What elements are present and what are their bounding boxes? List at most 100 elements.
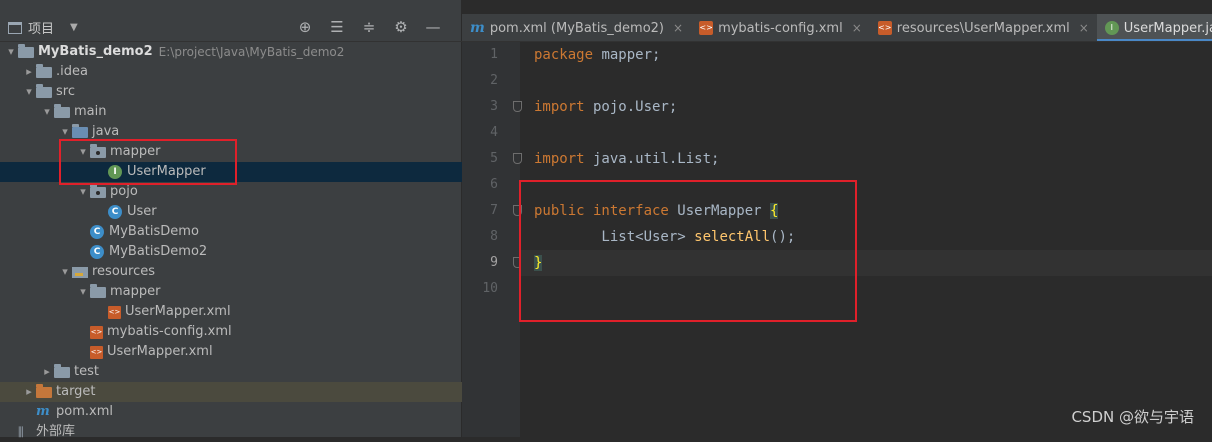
collapse-all-icon[interactable]: ☰ — [328, 18, 346, 36]
chevron-down-icon[interactable]: ▾ — [58, 262, 72, 282]
line-number: 10 — [482, 281, 498, 296]
editor-tab-label: resources\UserMapper.xml — [896, 20, 1070, 36]
editor-tabs: m pom.xml (MyBatis_demo2) × <> mybatis-confi… — [462, 14, 1212, 42]
editor-tab[interactable]: m pom.xml (MyBatis_demo2) × — [462, 14, 691, 41]
tree-item-path: E:\project\Java\MyBatis_demo2 — [158, 45, 345, 59]
class-icon: C — [90, 225, 104, 239]
tree-item-label: MyBatisDemo2 — [109, 244, 208, 259]
chevron-down-icon[interactable]: ▾ — [40, 102, 54, 122]
line-number: 5 — [462, 146, 522, 172]
code-line: } — [520, 250, 1212, 276]
editor-tab-label: UserMapper.java — [1123, 20, 1212, 36]
tree-item[interactable]: C MyBatisDemo — [0, 222, 462, 242]
editor-tab-label: mybatis-config.xml — [718, 20, 843, 36]
folder-icon — [18, 44, 34, 58]
tree-item-label: MyBatisDemo — [109, 224, 199, 239]
xml-file-icon: <> — [699, 21, 714, 35]
tree-item[interactable]: <> UserMapper.xml — [0, 302, 462, 322]
xml-file-icon: <> — [108, 305, 121, 319]
chevron-down-icon[interactable]: ▾ — [22, 82, 36, 102]
package-icon — [90, 144, 106, 158]
project-panel-header: 项目 ▼ ⊕ ☰ ≑ ⚙ — — [0, 14, 462, 42]
xml-file-icon: <> — [90, 345, 103, 359]
tree-item[interactable]: ▾ resources — [0, 262, 462, 282]
tree-item-label: test — [74, 364, 99, 379]
chevron-right-icon[interactable]: ▸ — [22, 382, 36, 402]
line-number: 9 — [462, 250, 522, 276]
tree-item[interactable]: I UserMapper — [0, 162, 462, 182]
chevron-down-icon[interactable]: ▼ — [70, 22, 78, 33]
tree-item-label: mybatis-config.xml — [107, 324, 232, 339]
tree-item[interactable]: ▸ test — [0, 362, 462, 382]
maven-icon: m — [36, 404, 50, 419]
minimize-icon[interactable]: — — [424, 18, 442, 36]
code-line: import pojo.User; — [534, 99, 678, 115]
code-line: List<User> selectAll(); — [534, 229, 796, 245]
project-panel-title: 项目 — [28, 22, 55, 37]
tree-item[interactable]: ▸ target — [0, 382, 462, 402]
tree-item-label: pojo — [110, 184, 138, 199]
folder-icon — [36, 84, 52, 98]
tree-item[interactable]: <> mybatis-config.xml — [0, 322, 462, 342]
watermark: CSDN @欲与宇语 — [1071, 408, 1194, 426]
tree-item-label: resources — [92, 264, 156, 279]
tree-item[interactable]: C MyBatisDemo2 — [0, 242, 462, 262]
project-view-selector[interactable]: 项目 ▼ — [0, 18, 78, 37]
tree-item-label: UserMapper.xml — [107, 344, 213, 359]
target-icon[interactable]: ⊕ — [296, 18, 314, 36]
tree-item[interactable]: ▾ pojo — [0, 182, 462, 202]
editor-tab-label: pom.xml (MyBatis_demo2) — [489, 20, 664, 36]
tree-item[interactable]: <> UserMapper.xml — [0, 342, 462, 362]
gear-icon[interactable]: ⚙ — [392, 18, 410, 36]
maven-icon: m — [470, 20, 485, 36]
tree-item[interactable]: ▾ src — [0, 82, 462, 102]
close-icon[interactable]: × — [673, 21, 683, 35]
tree-item-label: pom.xml — [56, 404, 113, 419]
chevron-down-icon[interactable]: ▾ — [58, 122, 72, 142]
tree-item-label: User — [127, 204, 157, 219]
tree-item-label: target — [56, 384, 96, 399]
tree-item-label: java — [92, 124, 120, 139]
folder-icon — [54, 364, 70, 378]
editor-tab[interactable]: <> mybatis-config.xml × — [691, 14, 870, 41]
tree-item[interactable]: ⫼ 外部库 — [0, 422, 462, 442]
tree-item[interactable]: ▾ mapper — [0, 142, 462, 162]
xml-file-icon: <> — [90, 325, 103, 339]
tree-item[interactable]: m pom.xml — [0, 402, 462, 422]
expand-all-icon[interactable]: ≑ — [360, 18, 378, 36]
tree-item-label: UserMapper — [127, 164, 206, 179]
line-number: 2 — [490, 73, 498, 88]
line-number: 6 — [490, 177, 498, 192]
tree-item[interactable]: C User — [0, 202, 462, 222]
chevron-right-icon[interactable]: ▸ — [40, 362, 54, 382]
interface-icon: I — [1104, 21, 1119, 35]
chevron-right-icon[interactable]: ▸ — [22, 62, 36, 82]
tree-item[interactable]: ▾ MyBatis_demo2 E:\project\Java\MyBatis_de… — [0, 42, 462, 62]
close-icon[interactable]: × — [1079, 21, 1089, 35]
tree-item[interactable]: ▾ mapper — [0, 282, 462, 302]
tree-item[interactable]: ▾ main — [0, 102, 462, 122]
editor-tab[interactable]: IUserMapper.java× — [1096, 14, 1212, 41]
source-folder-icon — [72, 124, 88, 138]
close-icon[interactable]: × — [852, 21, 862, 35]
class-icon: C — [90, 245, 104, 259]
tree-item-label: main — [74, 104, 107, 119]
tree-item[interactable]: ▾ java — [0, 122, 462, 142]
code-editor[interactable]: package mapper; import pojo.User; import… — [520, 42, 1212, 437]
project-panel: 项目 ▼ ⊕ ☰ ≑ ⚙ — ▾ MyBatis_demo2 E:\project\… — [0, 0, 462, 439]
folder-icon — [90, 284, 106, 298]
chevron-down-icon[interactable]: ▾ — [76, 282, 90, 302]
tree-item-label: mapper — [110, 284, 161, 299]
project-toolbar: ⊕ ☰ ≑ ⚙ — — [296, 18, 442, 36]
tree-item-label: UserMapper.xml — [125, 304, 231, 319]
tree-item[interactable]: ▸ .idea — [0, 62, 462, 82]
chevron-down-icon[interactable]: ▾ — [76, 182, 90, 202]
project-icon — [8, 21, 22, 34]
package-icon — [90, 184, 106, 198]
chevron-down-icon[interactable]: ▾ — [76, 142, 90, 162]
line-number: 3 — [462, 94, 522, 120]
chevron-down-icon[interactable]: ▾ — [4, 42, 18, 62]
editor-tab[interactable]: <> resources\UserMapper.xml × — [870, 14, 1097, 41]
